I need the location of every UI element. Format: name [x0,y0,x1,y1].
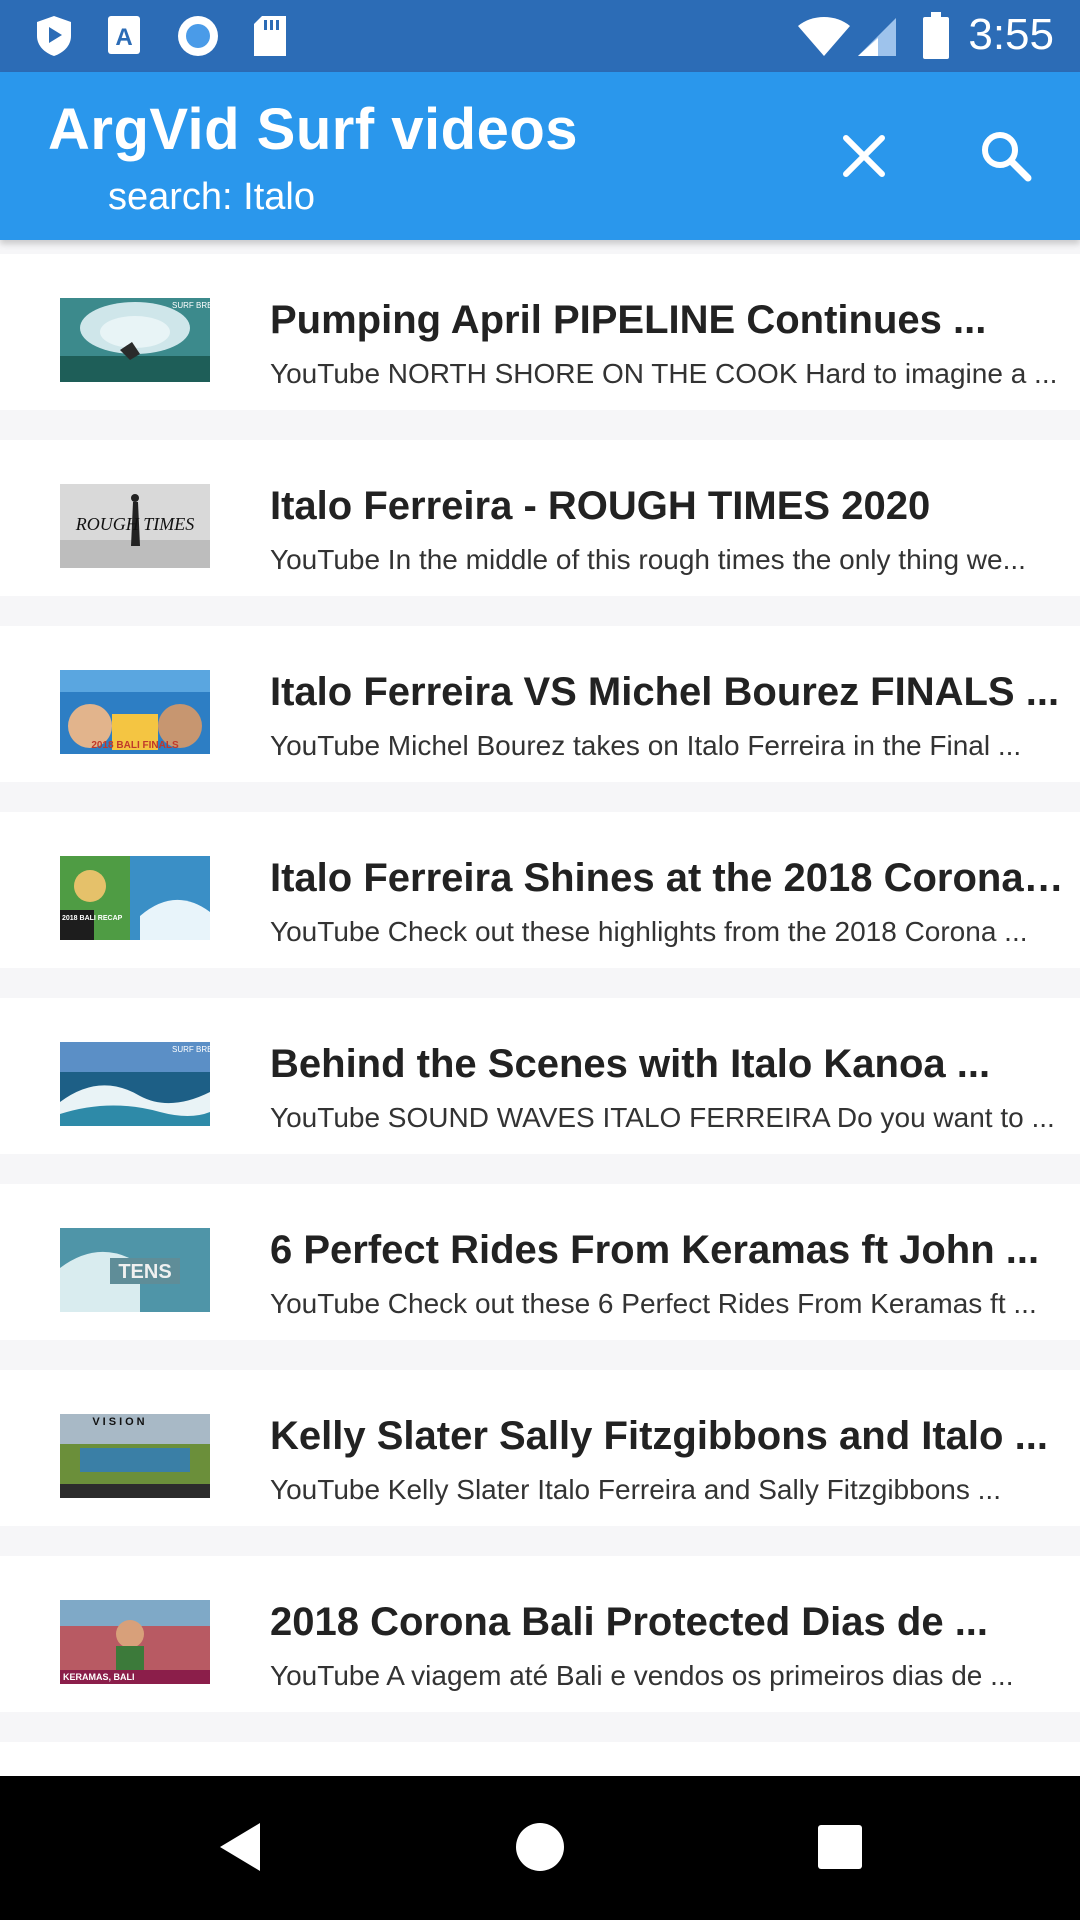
video-title: 2018 Corona Bali Protected Dias de ... [270,1600,989,1644]
video-thumbnail: KERAMAS, BALI [60,1600,210,1684]
search-button[interactable] [962,114,1050,202]
app-bar: ArgVid Surf videos search: Italo [0,72,1080,240]
video-description: YouTube Michel Bourez takes on Italo Fer… [270,730,1022,761]
video-title: 6 Perfect Rides From Keramas ft John ... [270,1228,1040,1272]
video-item[interactable] [0,1742,1080,1776]
close-icon [840,132,888,185]
back-icon [216,1821,264,1878]
play-protect-icon [34,14,74,63]
video-item[interactable]: SURF BREAKS Behind the Scenes with Italo… [0,998,1080,1154]
video-description: YouTube Kelly Slater Italo Ferreira and … [270,1474,1001,1505]
video-description: YouTube NORTH SHORE ON THE COOK Hard to … [270,358,1058,389]
thumb-label: SURF BREAKS [172,1045,210,1054]
status-bar: A 3:55 [0,0,1080,72]
video-item[interactable]: TENS 6 Perfect Rides From Keramas ft Joh… [0,1184,1080,1340]
video-thumbnail: TENS [60,1228,210,1312]
video-title: Behind the Scenes with Italo Kanoa ... [270,1042,991,1086]
video-title: Kelly Slater Sally Fitzgibbons and Italo… [270,1414,1048,1458]
clear-search-button[interactable] [820,114,908,202]
navigation-bar [0,1776,1080,1920]
home-icon [515,1822,565,1877]
thumb-label: TENS [118,1261,171,1283]
thumb-label: VISION [92,1416,147,1428]
video-item[interactable]: KERAMAS, BALI 2018 Corona Bali Protected… [0,1556,1080,1712]
app-title: ArgVid Surf videos [48,97,579,162]
video-item[interactable]: VISION Kelly Slater Sally Fitzgibbons an… [0,1370,1080,1526]
sd-card-icon [252,14,288,63]
recents-button[interactable] [780,1804,900,1894]
thumb-label: KERAMAS, BALI [63,1672,135,1682]
signal-icon [856,16,898,63]
text-a-icon: A [106,14,142,61]
video-description: YouTube SOUND WAVES ITALO FERREIRA Do yo… [270,1102,1055,1133]
video-title: Italo Ferreira VS Michel Bourez FINALS .… [270,670,1060,714]
video-description: YouTube A viagem até Bali e vendos os pr… [270,1660,1014,1691]
back-button[interactable] [180,1804,300,1894]
video-thumbnail: VISION [60,1414,210,1498]
recents-icon [817,1824,863,1875]
video-description: YouTube Check out these highlights from … [270,916,1028,947]
search-query-subtitle: search: Italo [108,176,315,218]
video-list[interactable]: SURF BREAKS Pumping April PIPELINE Conti… [0,240,1080,1776]
home-button[interactable] [480,1804,600,1894]
video-description: YouTube Check out these 6 Perfect Rides … [270,1288,1037,1319]
thumb-label: 2018 BALI RECAP [62,915,123,922]
thumb-label: 2018 BALI FINALS [91,740,179,751]
video-title: Italo Ferreira Shines at the 2018 Corona… [270,856,1066,900]
clock-time: 3:55 [968,10,1054,59]
wifi-icon [796,16,852,63]
video-title: Italo Ferreira - ROUGH TIMES 2020 [270,484,931,528]
search-icon [978,128,1034,189]
svg-text:A: A [115,24,132,51]
video-item[interactable]: 2018 BALI FINALS Italo Ferreira VS Miche… [0,626,1080,782]
thumb-label: SURF BREAKS [172,301,210,310]
video-item[interactable]: SURF BREAKS Pumping April PIPELINE Conti… [0,254,1080,410]
video-item[interactable]: 2018 BALI RECAP Italo Ferreira Shines at… [0,812,1080,968]
video-thumbnail: 2018 BALI RECAP [60,856,210,940]
video-thumbnail: SURF BREAKS [60,298,210,382]
video-item[interactable]: ROUGH TIMES Italo Ferreira - ROUGH TIMES… [0,440,1080,596]
circle-record-icon [176,14,220,63]
video-description: YouTube In the middle of this rough time… [270,544,1026,575]
video-thumbnail: ROUGH TIMES [60,484,210,568]
battery-icon [922,12,950,65]
thumb-label: ROUGH TIMES [75,514,195,534]
video-title: Pumping April PIPELINE Continues ... [270,298,987,342]
video-thumbnail: 2018 BALI FINALS [60,670,210,754]
video-thumbnail: SURF BREAKS [60,1042,210,1126]
